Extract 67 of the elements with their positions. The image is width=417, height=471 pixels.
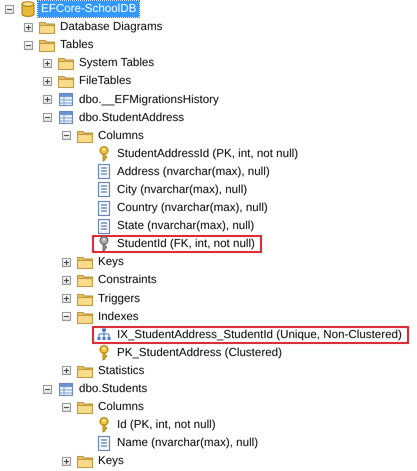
expand-toggle[interactable] (62, 294, 71, 304)
folder-icon (77, 257, 93, 270)
collapse-toggle[interactable] (62, 402, 71, 412)
tree-item[interactable]: Database Diagrams (57, 19, 166, 36)
column-icon (98, 218, 110, 234)
folder-icon (77, 275, 93, 288)
tree-item[interactable]: IX_StudentAddress_StudentId (Unique, Non-Clustered) (114, 326, 405, 343)
tree-item[interactable]: StudentAddressId (PK, int, not null) (114, 146, 302, 162)
tree-item[interactable]: Id (PK, int, not null) (114, 417, 219, 434)
tree-item[interactable]: System Tables (76, 55, 158, 72)
tree-item[interactable]: dbo.StudentAddress (76, 110, 188, 126)
folder-icon (77, 402, 93, 414)
collapse-toggle[interactable] (5, 4, 14, 14)
collapse-toggle[interactable] (62, 131, 71, 140)
key-icon (100, 344, 108, 360)
column-icon (98, 164, 110, 180)
expand-toggle[interactable] (62, 456, 71, 466)
folder-icon (77, 456, 93, 468)
expand-toggle[interactable] (43, 95, 52, 104)
tree-item[interactable]: Statistics (95, 362, 148, 379)
tree-item[interactable]: Keys (95, 453, 127, 470)
tree-item[interactable]: Tables (57, 37, 97, 54)
folder-icon (77, 312, 93, 324)
table-icon (59, 111, 73, 124)
expand-toggle[interactable] (43, 58, 52, 68)
tree-item[interactable]: State (nvarchar(max), null) (114, 218, 258, 234)
expand-toggle[interactable] (62, 276, 71, 285)
key-icon (100, 146, 108, 162)
column-icon (98, 182, 110, 198)
folder-icon (58, 58, 74, 70)
column-icon (98, 436, 110, 451)
tree-item[interactable]: Columns (95, 128, 147, 144)
tree-item[interactable]: dbo.__EFMigrationsHistory (76, 92, 222, 108)
tree-item[interactable]: StudentId (FK, int, not null) (114, 236, 258, 252)
tree-item[interactable]: Address (nvarchar(max), null) (114, 164, 273, 180)
collapse-toggle[interactable] (43, 384, 52, 394)
collapse-toggle[interactable] (24, 40, 33, 50)
folder-icon (39, 40, 55, 52)
expand-toggle[interactable] (24, 22, 33, 32)
table-icon (59, 93, 73, 106)
key-icon (100, 417, 108, 433)
key-icon (100, 236, 108, 252)
database-icon (22, 1, 34, 18)
expand-toggle[interactable] (62, 258, 71, 267)
collapse-toggle[interactable] (62, 312, 71, 322)
tree-item[interactable]: Indexes (95, 308, 142, 325)
tree-item[interactable]: PK_StudentAddress (Clustered) (114, 344, 285, 361)
tree-item[interactable]: dbo.Students (76, 381, 150, 398)
tree-item[interactable]: Name (nvarchar(max), null) (114, 435, 262, 452)
expand-toggle[interactable] (62, 366, 71, 376)
folder-icon (77, 294, 93, 306)
folder-icon (39, 22, 55, 34)
expand-toggle[interactable] (43, 76, 52, 86)
table-icon (59, 382, 73, 396)
folder-icon (77, 366, 93, 378)
collapse-toggle[interactable] (43, 113, 52, 122)
tree-item[interactable]: Constraints (95, 272, 160, 288)
index-icon (98, 328, 110, 340)
tree-item[interactable]: Keys (95, 254, 127, 270)
column-icon (98, 200, 110, 216)
tree-item[interactable]: City (nvarchar(max), null) (114, 182, 250, 198)
tree-item[interactable]: Columns (95, 399, 147, 416)
folder-icon (58, 76, 74, 88)
tree-item[interactable]: FileTables (76, 73, 134, 90)
tree-item[interactable]: Country (nvarchar(max), null) (114, 200, 271, 216)
folder-icon (77, 130, 93, 143)
tree-item[interactable]: Triggers (95, 290, 144, 307)
